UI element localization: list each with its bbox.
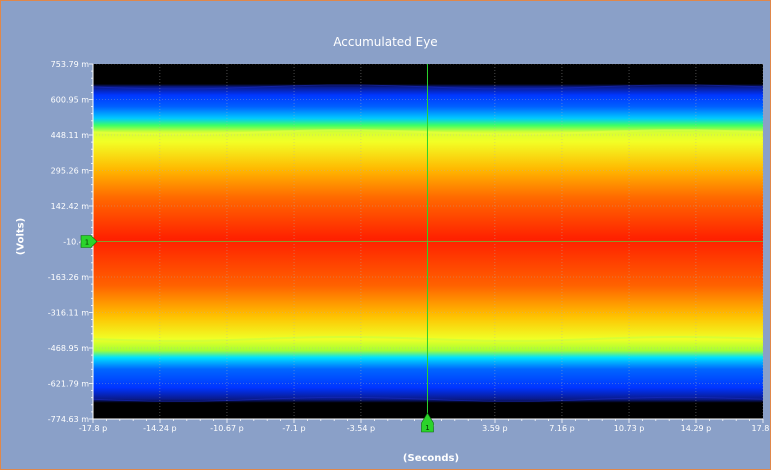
x-tick-label: -14.24 p [143,424,176,433]
x-tick-label: -3.54 p [347,424,375,433]
y-tick-label: 753.79 m [51,60,90,69]
x-tick-label: -17.8 p [79,424,107,433]
horizontal-cursor-label: 1 [85,239,89,247]
y-tick-label: 448.11 m [51,131,90,140]
x-tick-label: 17.86 [752,424,771,433]
x-tick-label: 7.16 p [549,424,574,433]
vertical-cursor-label: 1 [425,424,429,432]
x-tick-label: 14.29 p [681,424,712,433]
x-tick-label: 10.73 p [614,424,645,433]
y-tick-label: 295.26 m [51,167,90,176]
chart-panel: Accumulated Eye (Volts) (Seconds) -17.8 … [0,0,771,470]
eye-plot[interactable]: -17.8 p-14.24 p-10.67 p-7.1 p-3.54 p2 f3… [1,1,771,470]
x-tick-label: -7.1 p [282,424,305,433]
y-tick-label: -163.26 m [48,273,89,282]
y-tick-label: -468.95 m [48,344,89,353]
y-tick-label: 600.95 m [51,95,90,104]
x-tick-label: -10.67 p [210,424,243,433]
x-tick-label: 3.59 p [482,424,507,433]
y-tick-label: -316.11 m [48,309,89,318]
y-tick-label: 142.42 m [51,202,90,211]
y-tick-label: -774.63 m [48,415,89,424]
y-tick-label: -621.79 m [48,380,89,389]
